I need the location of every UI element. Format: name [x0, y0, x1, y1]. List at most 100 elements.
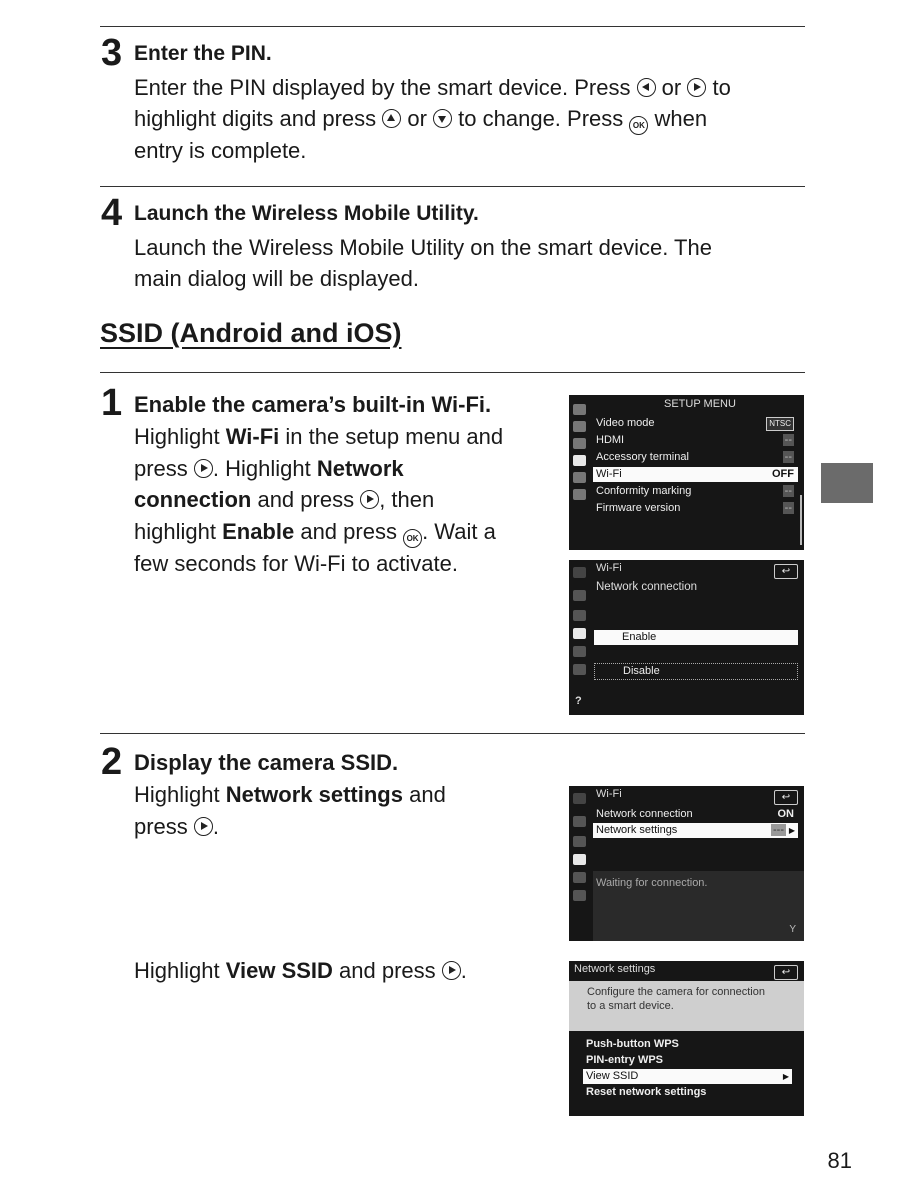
my-menu-tab-icon	[573, 890, 586, 901]
multi-selector-right-icon	[193, 816, 213, 836]
menu-item[interactable]: Conformity marking --	[593, 484, 798, 499]
menu-item-value: --	[782, 434, 794, 446]
text: Enter the PIN displayed by the smart dev…	[134, 75, 637, 100]
option-enable[interactable]: Enable	[594, 630, 798, 645]
back-button[interactable]: ↩	[774, 790, 798, 805]
pencil-tab-icon	[573, 438, 586, 449]
multi-selector-right-icon	[441, 961, 461, 980]
text: Highlight	[134, 424, 226, 449]
menu-item[interactable]: HDMI --	[593, 433, 798, 448]
menu-item-value: ON	[777, 808, 795, 820]
text: .	[460, 958, 467, 983]
playback-tab-icon	[573, 793, 586, 804]
divider	[100, 372, 805, 373]
section-title: SSID (Android and iOS)	[100, 318, 402, 348]
text: to change. Press	[452, 106, 630, 131]
chapter-tab-marker	[821, 463, 873, 503]
text: . Wait a	[422, 518, 496, 544]
divider	[100, 186, 805, 187]
screen-title: SETUP MENU	[664, 398, 736, 410]
retouch-tab-icon	[573, 472, 586, 483]
text: entry is complete.	[134, 138, 307, 163]
description-panel: Configure the camera for connection to a…	[569, 981, 804, 1031]
menu-item[interactable]: PIN-entry WPS	[583, 1053, 786, 1068]
description-text: Configure the camera for connection	[587, 986, 765, 998]
screen-breadcrumb: Wi-Fi	[596, 562, 622, 574]
text: and press	[332, 958, 442, 983]
menu-item-label: View SSID	[586, 1070, 639, 1082]
text: and press	[251, 487, 361, 512]
menu-item[interactable]: Firmware version --	[593, 501, 798, 516]
step-body: Highlight View SSID and press .	[134, 955, 564, 986]
camera-tab-icon	[573, 816, 586, 827]
menu-item-selected[interactable]: View SSID ▶	[583, 1069, 792, 1084]
text: main dialog will be displayed.	[134, 266, 419, 291]
text: or	[655, 75, 688, 100]
back-button[interactable]: ↩	[774, 965, 798, 980]
option-disable[interactable]: Disable	[594, 663, 798, 680]
scrollbar[interactable]	[800, 495, 802, 545]
text: , then	[379, 487, 435, 512]
menu-term: Enable	[222, 518, 295, 544]
my-menu-tab-icon	[573, 489, 586, 500]
menu-item-value: --	[782, 451, 794, 463]
multi-selector-up-icon	[382, 109, 402, 128]
text: in the setup menu and	[279, 424, 504, 449]
menu-item-label: Reset network settings	[586, 1086, 707, 1098]
menu-item[interactable]: Accessory terminal --	[593, 450, 798, 465]
menu-tabs	[569, 395, 591, 550]
menu-item[interactable]: Video mode NTSC	[593, 416, 798, 431]
screen-title: Network connection	[596, 581, 697, 593]
wifi-signal-icon: Y	[789, 924, 796, 935]
menu-item-selected[interactable]: Wi-Fi OFF	[593, 467, 798, 482]
menu-term: Wi-Fi	[225, 424, 280, 449]
text: press	[134, 813, 194, 839]
pencil-tab-icon	[573, 836, 586, 847]
step-body: Highlight Wi-Fi in the setup menu and pr…	[134, 421, 564, 579]
step-body: Enter the PIN displayed by the smart dev…	[134, 72, 814, 166]
submenu-arrow-icon: ▶	[788, 826, 795, 835]
step-body: Launch the Wireless Mobile Utility on th…	[134, 232, 814, 294]
step-number: 2	[101, 741, 123, 783]
multi-selector-left-icon	[636, 78, 656, 97]
menu-item-value: ---	[771, 824, 786, 836]
screen-title: Wi-Fi	[596, 788, 622, 800]
menu-term: Network settings	[225, 782, 403, 807]
camera-screen-network-settings: Network settings ↩ Configure the camera …	[569, 961, 804, 1116]
text: press	[134, 455, 194, 481]
menu-item[interactable]: Network connection ON	[593, 807, 798, 822]
divider	[100, 26, 805, 27]
option-label: Disable	[623, 665, 660, 677]
step-number: 1	[101, 382, 123, 424]
menu-item-selected[interactable]: Network settings --- ▶	[593, 823, 798, 838]
menu-item-label: PIN-entry WPS	[586, 1054, 664, 1066]
menu-item[interactable]: Reset network settings	[583, 1085, 786, 1100]
wrench-tab-icon	[573, 628, 586, 639]
camera-tab-icon	[573, 421, 586, 432]
my-menu-tab-icon	[573, 664, 586, 675]
step-number: 4	[101, 192, 123, 234]
camera-tab-icon	[573, 590, 586, 601]
menu-item-value: --	[782, 502, 794, 514]
help-icon: ?	[575, 695, 582, 707]
menu-item-label: Accessory terminal	[596, 451, 689, 463]
back-button[interactable]: ↩	[774, 564, 798, 579]
menu-term: connection	[134, 487, 252, 512]
text: highlight digits and press	[134, 106, 383, 131]
ok-button-icon: OK	[403, 528, 423, 548]
text: and press	[294, 518, 404, 544]
menu-tabs	[569, 786, 591, 941]
camera-screen-network-connection: ? Wi-Fi ↩ Network connection Enable Disa…	[569, 560, 804, 715]
camera-screen-wifi: Wi-Fi ↩ Network connection ON Network set…	[569, 786, 804, 941]
menu-item[interactable]: Push-button WPS	[583, 1037, 786, 1052]
menu-item-label: Firmware version	[596, 502, 681, 514]
step-title: Enter the PIN.	[134, 42, 272, 65]
playback-tab-icon	[573, 404, 586, 415]
text: Highlight	[134, 958, 226, 983]
page-number: 81	[827, 1148, 852, 1173]
option-label: Enable	[622, 631, 657, 643]
menu-item-label: HDMI	[596, 434, 625, 446]
retouch-tab-icon	[573, 646, 586, 657]
retouch-tab-icon	[573, 872, 586, 883]
wrench-tab-icon	[573, 455, 586, 466]
